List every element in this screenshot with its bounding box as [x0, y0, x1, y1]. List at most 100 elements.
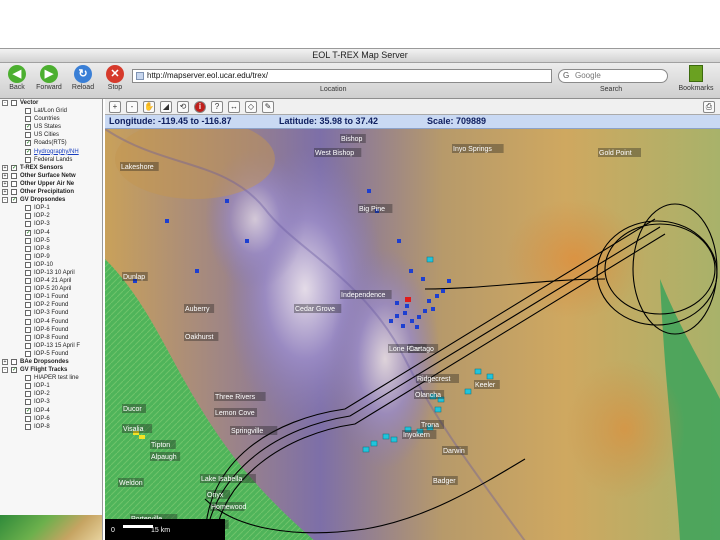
layer-checkbox[interactable]: ✓	[25, 148, 31, 155]
layer-checkbox[interactable]: ✓	[25, 407, 31, 414]
query-tool[interactable]: ?	[211, 101, 223, 113]
layer-group[interactable]: + ✓ T-REX Sensors	[0, 164, 102, 172]
layer-checkbox[interactable]	[25, 237, 31, 244]
layer-item[interactable]: IOP-1 Found	[0, 293, 102, 301]
expand-icon[interactable]: +	[2, 359, 8, 365]
layer-item[interactable]: IOP-5 20 April	[0, 285, 102, 293]
layer-item[interactable]: IOP-13 15 April F	[0, 342, 102, 350]
layer-item[interactable]: IOP-6 Found	[0, 326, 102, 334]
bookmarks-button[interactable]: Bookmarks	[676, 65, 716, 92]
zoom-out-tool[interactable]: -	[126, 101, 138, 113]
layer-item[interactable]: IOP-8 Found	[0, 334, 102, 342]
pan-tool[interactable]: ✋	[143, 101, 155, 113]
map-canvas[interactable]: Bishop West Bishop Inyo Springs Gold Point B…	[105, 129, 720, 540]
layer-group[interactable]: + Other Upper Air Ne	[0, 180, 102, 188]
layer-checkbox[interactable]: ✓	[11, 164, 17, 171]
layer-checkbox[interactable]	[11, 180, 17, 187]
layer-checkbox[interactable]	[25, 375, 31, 382]
layer-item[interactable]: IOP-1	[0, 382, 102, 390]
layer-item[interactable]: IOP-6	[0, 415, 102, 423]
layer-group[interactable]: + Other Precipitation	[0, 188, 102, 196]
layer-checkbox[interactable]	[25, 318, 31, 325]
layer-checkbox[interactable]	[11, 100, 17, 106]
layer-group[interactable]: - ✓ GV Flight Tracks	[0, 366, 102, 374]
layer-checkbox[interactable]	[25, 205, 31, 212]
layer-checkbox[interactable]: ✓	[11, 367, 17, 374]
info-tool[interactable]: i	[194, 101, 206, 113]
layer-group[interactable]: - Vector	[0, 99, 102, 107]
layer-checkbox[interactable]	[25, 342, 31, 349]
zoom-extent-tool[interactable]: ◢	[160, 101, 172, 113]
layer-checkbox[interactable]	[25, 116, 31, 123]
expand-icon[interactable]: +	[2, 172, 8, 179]
layer-checkbox[interactable]	[25, 326, 31, 333]
forward-button[interactable]: ▶ Forward	[34, 65, 64, 97]
layer-item[interactable]: ✓ Hydrography/NH	[0, 148, 102, 156]
layer-checkbox[interactable]	[25, 156, 31, 163]
layer-checkbox[interactable]	[25, 221, 31, 228]
layer-checkbox[interactable]	[25, 245, 31, 252]
collapse-icon[interactable]: -	[2, 367, 8, 374]
layer-item[interactable]: IOP-1	[0, 204, 102, 212]
layer-item[interactable]: IOP-4 21 April	[0, 277, 102, 285]
layer-checkbox[interactable]	[25, 213, 31, 220]
layer-checkbox[interactable]	[25, 286, 31, 293]
layer-item[interactable]: IOP-13 10 April	[0, 269, 102, 277]
layer-checkbox[interactable]	[25, 294, 31, 301]
layer-checkbox[interactable]: ✓	[25, 124, 31, 131]
print-button[interactable]: ⎙	[703, 101, 715, 113]
layer-item[interactable]: IOP-3 Found	[0, 309, 102, 317]
layer-item[interactable]: ✓ US States	[0, 123, 102, 131]
layer-item[interactable]: IOP-3	[0, 220, 102, 228]
stop-button[interactable]: ✕ Stop	[100, 65, 130, 97]
layer-checkbox[interactable]	[11, 172, 17, 179]
layer-checkbox[interactable]	[25, 310, 31, 317]
layer-checkbox[interactable]	[25, 391, 31, 398]
back-button[interactable]: ◀ Back	[2, 65, 32, 97]
layer-checkbox[interactable]	[25, 253, 31, 260]
layer-checkbox[interactable]	[25, 302, 31, 309]
layer-item[interactable]: IOP-9	[0, 253, 102, 261]
layer-item[interactable]: Lat/Lon Grid	[0, 107, 102, 115]
layer-checkbox[interactable]	[25, 278, 31, 285]
select-tool[interactable]: ◇	[245, 101, 257, 113]
layer-checkbox[interactable]	[25, 261, 31, 268]
layer-checkbox[interactable]: ✓	[25, 229, 31, 236]
layer-item[interactable]: IOP-10	[0, 261, 102, 269]
layer-item[interactable]: Federal Lands	[0, 156, 102, 164]
layer-checkbox[interactable]	[25, 383, 31, 390]
layer-item[interactable]: IOP-2	[0, 390, 102, 398]
measure-tool[interactable]: ↔	[228, 101, 240, 113]
overview-minimap[interactable]	[0, 515, 103, 540]
layer-checkbox[interactable]	[11, 359, 17, 365]
layer-item[interactable]: IOP-4 Found	[0, 318, 102, 326]
layer-checkbox[interactable]: ✓	[25, 140, 31, 147]
draw-tool[interactable]: ✎	[262, 101, 274, 113]
layer-item[interactable]: ✓ IOP-4	[0, 407, 102, 415]
layer-item[interactable]: IOP-8	[0, 423, 102, 431]
layer-item[interactable]: IOP-5	[0, 237, 102, 245]
layer-item[interactable]: ✓ IOP-4	[0, 229, 102, 237]
layer-group[interactable]: - ✓ GV Dropsondes	[0, 196, 102, 204]
layer-item[interactable]: IOP-3	[0, 398, 102, 406]
layer-checkbox[interactable]	[25, 415, 31, 422]
layer-checkbox[interactable]	[25, 132, 31, 139]
layer-checkbox[interactable]	[11, 189, 17, 196]
zoom-in-tool[interactable]: +	[109, 101, 121, 113]
reload-button[interactable]: ↻ Reload	[68, 65, 98, 97]
layer-item[interactable]: Countries	[0, 115, 102, 123]
expand-icon[interactable]: +	[2, 189, 8, 196]
layer-checkbox[interactable]	[25, 108, 31, 115]
collapse-icon[interactable]: -	[2, 197, 8, 204]
layer-checkbox[interactable]: ✓	[11, 197, 17, 204]
url-input[interactable]: http://mapserver.eol.ucar.edu/trex/	[132, 69, 552, 83]
layer-checkbox[interactable]	[25, 334, 31, 341]
layer-checkbox[interactable]	[25, 399, 31, 406]
refresh-tool[interactable]: ⟲	[177, 101, 189, 113]
layer-group[interactable]: + Other Surface Netw	[0, 172, 102, 180]
layer-item[interactable]: US Cities	[0, 131, 102, 139]
layer-checkbox[interactable]	[25, 269, 31, 276]
layer-item[interactable]: IOP-5 Found	[0, 350, 102, 358]
collapse-icon[interactable]: -	[2, 100, 8, 106]
expand-icon[interactable]: +	[2, 164, 8, 171]
